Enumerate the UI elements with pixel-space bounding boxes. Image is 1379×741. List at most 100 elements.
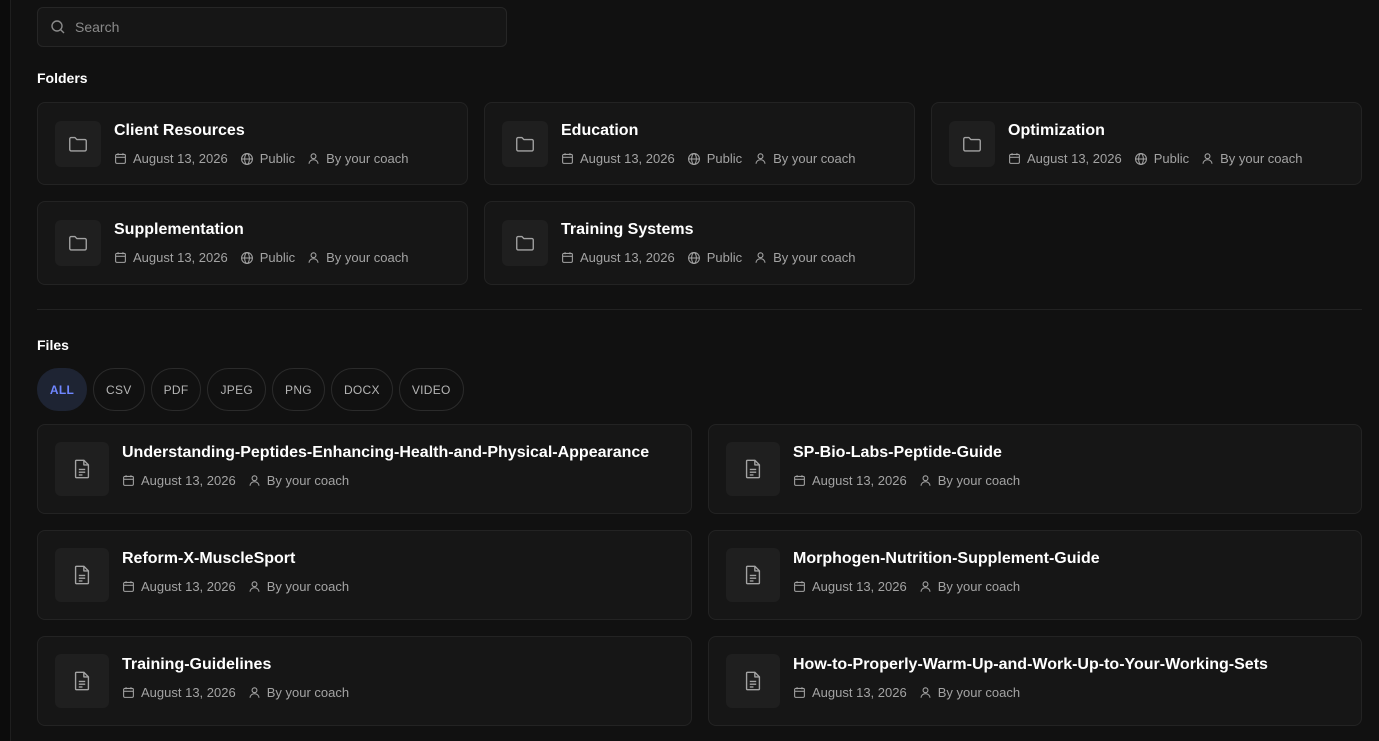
filter-chip-csv[interactable]: CSV [93, 368, 145, 411]
file-name: Morphogen-Nutrition-Supplement-Guide [793, 550, 1100, 567]
folder-card-training-systems[interactable]: Training Systems August 13, 2026 Public … [484, 201, 915, 285]
calendar-icon [562, 153, 573, 164]
file-text-icon [55, 654, 109, 708]
folder-date: August 13, 2026 [133, 151, 228, 166]
file-meta: August 13, 2026 By your coach [122, 473, 361, 488]
calendar-icon [115, 153, 126, 164]
folder-author: By your coach [326, 250, 409, 265]
filter-chip-docx[interactable]: DOCX [330, 368, 393, 411]
user-icon [920, 475, 931, 486]
folder-meta: August 13, 2026 Public By your coach [561, 151, 868, 166]
files-heading: Files [37, 337, 69, 353]
file-card[interactable]: SP-Bio-Labs-Peptide-Guide August 13, 202… [708, 424, 1362, 514]
folder-name: Education [561, 122, 639, 139]
file-meta: August 13, 2026 By your coach [793, 685, 1032, 700]
globe-icon [1134, 152, 1147, 165]
file-meta: August 13, 2026 By your coach [122, 579, 361, 594]
globe-icon [687, 251, 700, 264]
file-name: Training-Guidelines [122, 656, 272, 673]
file-author: By your coach [937, 685, 1021, 700]
file-text-icon [55, 548, 109, 602]
folder-visibility: Public [1153, 151, 1190, 166]
folder-card-education[interactable]: Education August 13, 2026 Public By your… [484, 102, 915, 185]
filter-chip-png[interactable]: PNG [272, 368, 325, 411]
file-meta: August 13, 2026 By your coach [793, 473, 1032, 488]
folders-heading: Folders [37, 70, 88, 86]
file-meta: August 13, 2026 By your coach [122, 685, 361, 700]
search-box[interactable] [37, 7, 507, 47]
file-card[interactable]: Reform-X-MuscleSport August 13, 2026 By … [37, 530, 692, 620]
folder-icon [949, 121, 995, 167]
folder-meta: August 13, 2026 Public By your coach [1008, 151, 1315, 166]
file-text-icon [55, 442, 109, 496]
files-page: Folders Client Resources August 13, 2026… [10, 0, 1379, 741]
file-card[interactable]: Understanding-Peptides-Enhancing-Health-… [37, 424, 692, 514]
user-icon [249, 581, 260, 592]
globe-icon [240, 152, 253, 165]
file-author: By your coach [266, 579, 350, 594]
file-card[interactable]: Training-Guidelines August 13, 2026 By y… [37, 636, 692, 726]
folder-author: By your coach [326, 151, 409, 166]
calendar-icon [562, 252, 573, 263]
calendar-icon [123, 475, 134, 486]
file-text-icon [726, 442, 780, 496]
user-icon [755, 153, 766, 164]
folder-author: By your coach [773, 151, 856, 166]
user-icon [308, 153, 319, 164]
folder-icon [55, 220, 101, 266]
user-icon [920, 687, 931, 698]
folder-visibility: Public [706, 151, 743, 166]
folder-date: August 13, 2026 [1027, 151, 1122, 166]
file-name: Reform-X-MuscleSport [122, 550, 296, 567]
folder-visibility: Public [706, 250, 743, 265]
globe-icon [687, 152, 700, 165]
user-icon [249, 687, 260, 698]
folder-meta: August 13, 2026 Public By your coach [561, 250, 868, 265]
filter-chip-all[interactable]: ALL [37, 368, 87, 411]
user-icon [920, 581, 931, 592]
folder-date: August 13, 2026 [133, 250, 228, 265]
calendar-icon [1009, 153, 1020, 164]
file-author: By your coach [266, 473, 350, 488]
folder-card-client-resources[interactable]: Client Resources August 13, 2026 Public … [37, 102, 468, 185]
file-card[interactable]: Morphogen-Nutrition-Supplement-Guide Aug… [708, 530, 1362, 620]
calendar-icon [115, 252, 126, 263]
folder-name: Training Systems [561, 221, 694, 238]
folder-date: August 13, 2026 [580, 250, 675, 265]
folder-card-optimization[interactable]: Optimization August 13, 2026 Public By y… [931, 102, 1362, 185]
file-author: By your coach [266, 685, 350, 700]
file-text-icon [726, 548, 780, 602]
file-date: August 13, 2026 [141, 473, 236, 488]
calendar-icon [123, 687, 134, 698]
user-icon [308, 252, 319, 263]
folder-author: By your coach [773, 250, 856, 265]
file-card[interactable]: How-to-Properly-Warm-Up-and-Work-Up-to-Y… [708, 636, 1362, 726]
folder-visibility: Public [259, 151, 296, 166]
file-type-filters: ALL CSV PDF JPEG PNG DOCX VIDEO [37, 368, 464, 411]
filter-chip-video[interactable]: VIDEO [398, 368, 464, 411]
globe-icon [240, 251, 253, 264]
folder-icon [502, 220, 548, 266]
user-icon [249, 475, 260, 486]
calendar-icon [794, 687, 805, 698]
folder-name: Supplementation [114, 221, 244, 238]
file-date: August 13, 2026 [812, 473, 907, 488]
section-divider [37, 309, 1362, 310]
folder-icon [55, 121, 101, 167]
file-date: August 13, 2026 [141, 685, 236, 700]
folder-name: Optimization [1008, 122, 1105, 139]
filter-chip-jpeg[interactable]: JPEG [207, 368, 267, 411]
folder-date: August 13, 2026 [580, 151, 675, 166]
file-date: August 13, 2026 [141, 579, 236, 594]
file-text-icon [726, 654, 780, 708]
filter-chip-pdf[interactable]: PDF [150, 368, 202, 411]
search-icon [50, 19, 66, 35]
folder-name: Client Resources [114, 122, 245, 139]
file-name: Understanding-Peptides-Enhancing-Health-… [122, 444, 650, 461]
calendar-icon [794, 475, 805, 486]
folder-card-supplementation[interactable]: Supplementation August 13, 2026 Public B… [37, 201, 468, 285]
search-input[interactable] [75, 19, 475, 35]
user-icon [755, 252, 766, 263]
file-meta: August 13, 2026 By your coach [793, 579, 1032, 594]
file-name: How-to-Properly-Warm-Up-and-Work-Up-to-Y… [793, 656, 1268, 673]
